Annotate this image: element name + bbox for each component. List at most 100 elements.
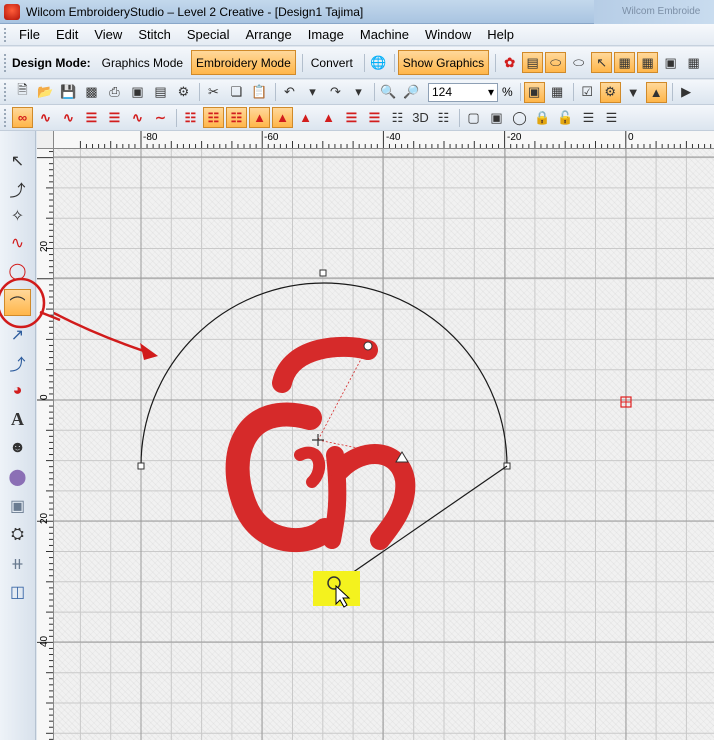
group-icon[interactable]: ▣ — [486, 107, 507, 128]
overflow-icon[interactable]: ▶ — [676, 82, 697, 103]
toolbar-grip[interactable] — [4, 83, 8, 101]
select-icon[interactable]: ↖ — [591, 52, 613, 73]
needle-icon[interactable]: ⚙ — [599, 81, 621, 103]
menu-arrange[interactable]: Arrange — [237, 27, 299, 42]
menu-image[interactable]: Image — [300, 27, 352, 42]
undo-dropdown-icon[interactable]: ▾ — [302, 82, 323, 103]
trapunto-icon[interactable]: ☷ — [226, 107, 247, 128]
knife-icon[interactable]: ✧ — [4, 202, 31, 229]
chevron-down-icon[interactable]: ▾ — [488, 85, 494, 99]
align-right-icon[interactable]: ☰ — [601, 107, 622, 128]
layers-icon[interactable]: ▦ — [547, 82, 568, 103]
zoom-in-icon[interactable]: 🔍 — [378, 82, 399, 103]
stitch-edit-icon[interactable]: ∿ — [4, 229, 31, 256]
image-icon[interactable]: ▣ — [660, 52, 681, 73]
zoom-out-icon[interactable]: 🔎 — [401, 82, 422, 103]
globe-icon[interactable]: 🌐 — [368, 52, 389, 73]
polyline-icon[interactable]: ↗ — [4, 321, 31, 348]
contour-icon[interactable]: ▲ — [272, 107, 293, 128]
ruler-label: -40 — [386, 132, 401, 143]
lasso-icon[interactable]: ⬭ — [568, 52, 589, 73]
table-icon[interactable]: ▦ — [637, 52, 659, 73]
embroidery-mode-button[interactable]: Embroidery Mode — [191, 50, 296, 75]
menu-edit[interactable]: Edit — [48, 27, 86, 42]
menu-help[interactable]: Help — [479, 27, 522, 42]
menu-grip[interactable] — [4, 27, 8, 42]
undo-icon[interactable]: ↶ — [279, 82, 300, 103]
color-icon[interactable]: ▦ — [683, 52, 704, 73]
raised-satin-icon[interactable]: ☷ — [203, 107, 224, 128]
grid-icon[interactable]: ▦ — [614, 52, 636, 73]
branching-icon[interactable]: ⧺ — [4, 550, 31, 577]
gradient-fill-icon[interactable]: ▲ — [249, 107, 270, 128]
save-as-icon[interactable]: ▩ — [81, 82, 102, 103]
checkbox-icon[interactable]: ☑ — [577, 82, 598, 103]
satin-icon[interactable]: ∞ — [12, 107, 33, 128]
design-canvas[interactable] — [54, 149, 714, 740]
sculptured-icon[interactable]: ▲ — [318, 107, 339, 128]
save-icon[interactable]: 💾 — [58, 82, 79, 103]
lettering-baseline-icon[interactable]: ⌒ — [4, 289, 31, 316]
e-stitch-icon[interactable]: ∿ — [58, 107, 79, 128]
redo-icon[interactable]: ↷ — [325, 82, 346, 103]
appliqué-icon[interactable]: ▣ — [4, 492, 31, 519]
layout-icon[interactable]: ◯ — [509, 107, 530, 128]
lock-icon[interactable]: 🔒 — [532, 107, 553, 128]
cut-icon[interactable]: ✂ — [203, 82, 224, 103]
menu-view[interactable]: View — [86, 27, 130, 42]
team-names-icon[interactable]: ⛭ — [4, 521, 31, 548]
zoom-input[interactable]: 124 ▾ — [428, 82, 498, 102]
unlock-icon[interactable]: 🔓 — [555, 107, 576, 128]
select-object-icon[interactable]: ↖ — [4, 147, 31, 174]
wave-icon[interactable]: ∼ — [150, 107, 171, 128]
badge-icon[interactable]: ⬤ — [4, 463, 31, 490]
menu-window[interactable]: Window — [417, 27, 479, 42]
export-icon[interactable]: ▤ — [150, 82, 171, 103]
new-file-icon[interactable]: 🗎 — [12, 82, 33, 103]
graphics-mode-button[interactable]: Graphics Mode — [97, 50, 188, 75]
satin-stitch-icon[interactable]: ✿ — [499, 52, 520, 73]
machine-icon[interactable]: ⚙ — [173, 82, 194, 103]
menu-special[interactable]: Special — [179, 27, 238, 42]
print-icon[interactable]: ⎙ — [104, 82, 125, 103]
reshape-icon[interactable]: ⤴ — [4, 175, 31, 202]
select-frame-icon[interactable]: ▢ — [463, 107, 484, 128]
step-fill-icon[interactable]: ☰ — [81, 107, 102, 128]
align-icon[interactable]: ◫ — [4, 578, 31, 605]
sequence-icon[interactable]: ▲ — [645, 81, 667, 103]
pattern-icon[interactable]: ☷ — [180, 107, 201, 128]
open-folder-icon[interactable]: 📂 — [35, 82, 56, 103]
toolbar-grip[interactable] — [4, 53, 8, 72]
zigzag-icon[interactable]: ∿ — [35, 107, 56, 128]
transform-icon[interactable]: ◯ — [4, 257, 31, 284]
menu-stitch[interactable]: Stitch — [130, 27, 179, 42]
toolbar-separator — [363, 53, 365, 72]
lettering-icon[interactable]: A — [4, 406, 31, 433]
convert-button[interactable]: Convert — [306, 50, 358, 75]
menu-machine[interactable]: Machine — [352, 27, 417, 42]
print-preview-icon[interactable]: ▣ — [127, 82, 148, 103]
motif-fill-icon[interactable]: ∿ — [127, 107, 148, 128]
radial-fill-icon[interactable]: ▲ — [295, 107, 316, 128]
circle-arc-icon[interactable]: ◕ — [4, 377, 31, 404]
curve-icon[interactable]: ⤴ — [4, 349, 31, 376]
show-graphics-button[interactable]: Show Graphics — [397, 50, 490, 75]
redo-dropdown-icon[interactable]: ▾ — [348, 82, 369, 103]
menu-file[interactable]: File — [11, 27, 48, 42]
paste-icon[interactable]: 📋 — [249, 82, 270, 103]
cross-stitch-icon[interactable]: ☰ — [364, 107, 385, 128]
show-hide-icon[interactable]: ▣ — [523, 81, 545, 103]
triangle-down-icon[interactable]: ▼ — [623, 82, 644, 103]
program-split-icon[interactable]: ☰ — [104, 107, 125, 128]
toolbar-grip[interactable] — [4, 108, 8, 127]
outline-icon[interactable]: ⬭ — [545, 52, 567, 73]
shading-icon[interactable]: ☷ — [433, 107, 454, 128]
fill-stitch-icon[interactable]: ▤ — [522, 52, 544, 73]
tools-sidebar: ↖ ⤴ ✧ ∿ ◯ ⌒ ↗ ⤴ ◕ A ☻ ⬤ ▣ ⛭ ⧺ ◫ — [0, 131, 36, 740]
monogram-icon[interactable]: ☻ — [4, 434, 31, 461]
stipple-icon[interactable]: ☰ — [341, 107, 362, 128]
texture-icon[interactable]: ☷ — [387, 107, 408, 128]
copy-icon[interactable]: ❏ — [226, 82, 247, 103]
three-d-icon[interactable]: 3D — [410, 107, 431, 128]
align-left-icon[interactable]: ☰ — [578, 107, 599, 128]
